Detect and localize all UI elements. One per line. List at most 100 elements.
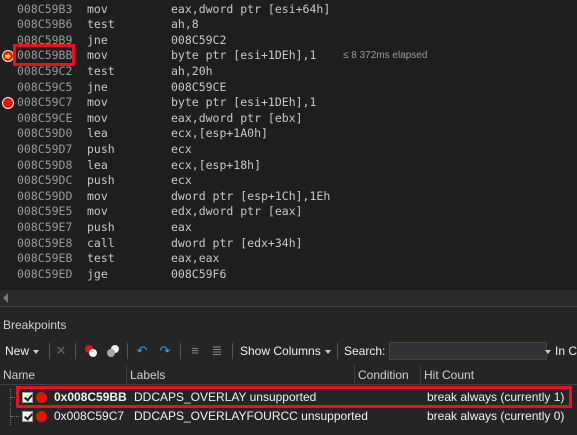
delete-icon[interactable]: ✕ <box>54 344 68 358</box>
column-header-labels[interactable]: Labels <box>127 365 355 385</box>
instruction-mnemonic: push <box>87 219 115 234</box>
disassembly-line[interactable]: 008C59B9 jne 008C59C2 <box>0 33 577 49</box>
instruction-mnemonic: mov <box>87 110 108 125</box>
disable-all-icon-graphic <box>85 345 97 357</box>
separator <box>127 343 128 359</box>
instruction-address: 008C59D7 <box>17 141 73 156</box>
window-title: Breakpoints <box>3 318 67 332</box>
import-icon[interactable]: ≣ <box>210 344 224 358</box>
disassembly-line[interactable]: 008C59B3 mov eax,dword ptr [esi+64h] <box>0 2 577 18</box>
show-columns-button[interactable]: Show Columns <box>240 339 331 363</box>
search-input[interactable] <box>389 342 547 360</box>
instruction-operands: eax,eax <box>171 251 220 266</box>
column-header-hit-count[interactable]: Hit Count <box>421 365 577 385</box>
disassembly-line[interactable]: 008C59ED jge 008C59F6 <box>0 267 577 283</box>
instruction-address: 008C59C2 <box>17 63 73 78</box>
new-button[interactable]: New <box>5 339 40 363</box>
separator <box>49 343 50 359</box>
instruction-address: 008C59C7 <box>17 95 73 110</box>
instruction-mnemonic: lea <box>87 157 108 172</box>
instruction-operands: dword ptr [edx+34h] <box>171 235 303 250</box>
instruction-mnemonic: test <box>87 63 115 78</box>
breakpoint-icon[interactable] <box>2 97 14 110</box>
disassembly-view[interactable]: 008C59B3 mov eax,dword ptr [esi+64h] 008C59… <box>0 0 577 290</box>
disassembly-line[interactable]: 008C59CE mov eax,dword ptr [ebx] <box>0 111 577 127</box>
instruction-mnemonic: mov <box>87 204 108 219</box>
instruction-address: 008C59DC <box>17 173 73 188</box>
disassembly-line[interactable]: 008C59E5 mov edx,dword ptr [eax] <box>0 204 577 220</box>
instruction-address: 008C59E8 <box>17 235 73 250</box>
disassembly-line[interactable]: 008C59E8 call dword ptr [edx+34h] <box>0 236 577 252</box>
selected-breakpoint-highlight <box>16 386 572 408</box>
instruction-operands: eax <box>171 219 192 234</box>
toggle-breakpoint-icon[interactable] <box>106 344 120 358</box>
instruction-operands: ah,8 <box>171 17 199 32</box>
instruction-mnemonic: test <box>87 17 115 32</box>
instruction-operands: byte ptr [esi+1DEh],1 <box>171 95 317 110</box>
disassembly-line[interactable]: 008C59DD mov dword ptr [esp+1Ch],1Eh <box>0 189 577 205</box>
instruction-mnemonic: push <box>87 173 115 188</box>
disassembly-line[interactable]: 008C59D7 push ecx <box>0 142 577 158</box>
instruction-mnemonic: mov <box>87 188 108 203</box>
instruction-operands: ecx <box>171 141 192 156</box>
column-header-condition[interactable]: Condition <box>355 365 421 385</box>
horizontal-scrollbar[interactable] <box>0 290 577 306</box>
separator <box>337 343 338 359</box>
breakpoint-hit-count: break always (currently 0) <box>427 409 565 423</box>
undo-icon[interactable]: ↶ <box>135 344 149 358</box>
chevron-down-icon <box>324 349 331 354</box>
instruction-operands: dword ptr [esp+1Ch],1Eh <box>171 188 331 203</box>
tree-connector <box>10 408 19 425</box>
instruction-operands: ecx,[esp+1A0h] <box>171 126 268 141</box>
instruction-operands: 008C59CE <box>171 79 227 94</box>
disassembly-line[interactable]: 008C59BB mov byte ptr [esi+1DEh],1 ≤ 8 372m… <box>0 48 577 64</box>
instruction-operands: edx,dword ptr [eax] <box>171 204 303 219</box>
disassembly-line[interactable]: 008C59C5 jne 008C59CE <box>0 80 577 96</box>
disassembly-line[interactable]: 008C59E7 push eax <box>0 220 577 236</box>
instruction-operands: ecx <box>171 173 192 188</box>
current-address-highlight <box>13 44 75 66</box>
instruction-mnemonic: test <box>87 251 115 266</box>
perf-tip[interactable]: ≤ 8 372ms elapsed <box>343 48 427 64</box>
instruction-mnemonic: call <box>87 235 115 250</box>
instruction-address: 008C59ED <box>17 266 73 281</box>
instruction-mnemonic: jne <box>87 79 108 94</box>
disassembly-line[interactable]: 008C59D0 lea ecx,[esp+1A0h] <box>0 126 577 142</box>
disassembly-line[interactable]: 008C59C2 test ah,20h <box>0 64 577 80</box>
breakpoints-toolbar: New ✕ ↶ ↷ ≡ ≣ Show Columns Search: In C <box>0 339 577 363</box>
chevron-down-icon <box>33 349 40 354</box>
show-columns-label: Show Columns <box>240 344 321 358</box>
column-header-name[interactable]: Name <box>0 365 127 385</box>
instruction-mnemonic: mov <box>87 95 108 110</box>
disassembly-line[interactable]: 008C59B6 test ah,8 <box>0 17 577 33</box>
scroll-left-icon[interactable] <box>3 293 8 303</box>
checkbox-icon[interactable] <box>22 411 33 422</box>
instruction-mnemonic: mov <box>87 48 108 63</box>
instruction-operands: 008C59C2 <box>171 32 227 47</box>
breakpoints-window: Breakpoints New ✕ ↶ ↷ ≡ ≣ Show Columns S… <box>0 306 577 435</box>
search-dropdown-icon[interactable] <box>545 350 551 354</box>
breakpoint-icon <box>36 411 47 422</box>
breakpoints-grid-header: Name Labels Condition Hit Count <box>0 365 577 385</box>
breakpoint-row[interactable]: 0x008C59C7 DDCAPS_OVERLAYFOURCC unsuppor… <box>0 408 577 425</box>
instruction-address: 008C59DD <box>17 188 73 203</box>
disassembly-line[interactable]: 008C59C7 mov byte ptr [esi+1DEh],1 <box>0 95 577 111</box>
disassembly-line[interactable]: 008C59D8 lea ecx,[esp+18h] <box>0 158 577 174</box>
instruction-operands: eax,dword ptr [ebx] <box>171 110 303 125</box>
breakpoint-labels: DDCAPS_OVERLAYFOURCC unsupported <box>134 409 368 423</box>
disassembly-line[interactable]: 008C59DC push ecx <box>0 173 577 189</box>
disable-all-icon[interactable] <box>84 344 98 358</box>
instruction-mnemonic: push <box>87 141 115 156</box>
separator <box>232 343 233 359</box>
toggle-breakpoint-icon-graphic <box>107 345 119 357</box>
instruction-address: 008C59D0 <box>17 126 73 141</box>
export-icon[interactable]: ≡ <box>188 344 202 358</box>
instruction-address: 008C59B3 <box>17 1 73 16</box>
instruction-address: 008C59CE <box>17 110 73 125</box>
disassembly-line[interactable]: 008C59EB test eax,eax <box>0 251 577 267</box>
instruction-operands: byte ptr [esi+1DEh],1 <box>171 48 317 63</box>
redo-icon[interactable]: ↷ <box>158 344 172 358</box>
instruction-operands: eax,dword ptr [esi+64h] <box>171 1 331 16</box>
instruction-mnemonic: jge <box>87 266 108 281</box>
instruction-address: 008C59B6 <box>17 17 73 32</box>
